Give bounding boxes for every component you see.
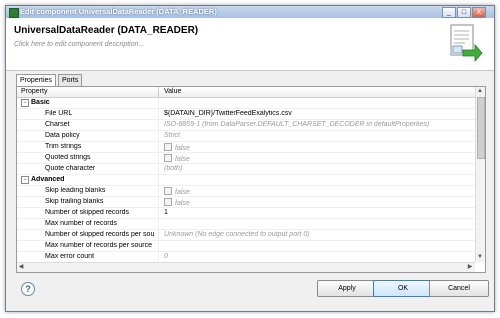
property-value-text: false <box>175 145 190 152</box>
ok-button[interactable]: OK <box>373 280 433 297</box>
scroll-left-icon[interactable]: ◀ <box>17 263 25 271</box>
property-value[interactable]: 1 <box>164 209 469 216</box>
scroll-thumb[interactable] <box>477 97 485 159</box>
component-title: UniversalDataReader (DATA_READER) <box>14 25 199 36</box>
property-value[interactable]: false <box>164 143 469 152</box>
property-name: Trim strings <box>45 143 82 150</box>
app-icon <box>9 8 19 18</box>
cancel-button[interactable]: Cancel <box>429 280 489 297</box>
group-row-advanced[interactable]: − Advanced <box>17 175 475 186</box>
checkbox-icon[interactable] <box>164 154 172 162</box>
dialog-header: UniversalDataReader (DATA_READER) Click … <box>6 18 494 71</box>
vertical-scrollbar[interactable]: ▲ ▼ <box>475 87 485 262</box>
property-row[interactable]: Data policy Strict <box>17 131 475 142</box>
property-value[interactable]: ${DATAIN_DIR}/TwitterFeedExalytics.csv <box>164 110 469 117</box>
property-value[interactable]: false <box>164 198 469 207</box>
group-label: Basic <box>31 99 50 106</box>
property-row[interactable]: Max number of records <box>17 219 475 230</box>
property-row[interactable]: Skip leading blanks false <box>17 186 475 197</box>
reader-component-icon <box>450 24 483 63</box>
property-name: Number of skipped records <box>45 209 130 216</box>
property-value-text: false <box>175 200 190 207</box>
property-name: File URL <box>45 110 73 117</box>
tab-ports[interactable]: Ports <box>58 74 83 86</box>
property-rows: − Basic File URL ${DATAIN_DIR}/TwitterFeedE… <box>17 98 475 262</box>
property-value[interactable]: 0 <box>164 253 469 260</box>
property-name: Charset <box>45 121 70 128</box>
checkbox-icon[interactable] <box>164 143 172 151</box>
group-row-basic[interactable]: − Basic <box>17 98 475 109</box>
close-button[interactable]: X <box>472 7 486 18</box>
property-row[interactable]: Max number of records per source <box>17 241 475 252</box>
description-field[interactable]: Click here to edit component description… <box>14 41 144 48</box>
property-value[interactable]: (both) <box>164 165 469 172</box>
collapse-icon[interactable]: − <box>21 176 29 184</box>
scroll-right-icon[interactable]: ▶ <box>466 263 474 271</box>
property-row[interactable]: Number of skipped records per sou Unknown… <box>17 230 475 241</box>
property-value[interactable]: Unknown (No edge connected to output por… <box>164 231 469 238</box>
button-bar: ? Apply OK Cancel <box>6 274 494 311</box>
property-name: Skip leading blanks <box>45 187 106 194</box>
table-header: Property Value <box>17 87 475 98</box>
property-value-text: false <box>175 156 190 163</box>
property-value[interactable]: Strict <box>164 132 469 139</box>
checkbox-icon[interactable] <box>164 187 172 195</box>
maximize-button[interactable]: □ <box>457 7 471 18</box>
property-value[interactable]: false <box>164 187 469 196</box>
property-row[interactable]: File URL ${DATAIN_DIR}/TwitterFeedExalyti… <box>17 109 475 120</box>
property-name: Quoted strings <box>45 154 91 161</box>
property-name: Max number of records per source <box>45 242 152 249</box>
horizontal-scrollbar[interactable]: ◀ ▶ <box>17 262 475 272</box>
property-value[interactable]: false <box>164 154 469 163</box>
property-name: Skip trailing blanks <box>45 198 104 205</box>
group-label: Advanced <box>31 176 65 183</box>
property-row[interactable]: Trim strings false <box>17 142 475 153</box>
scroll-up-icon[interactable]: ▲ <box>476 87 484 95</box>
column-divider[interactable] <box>158 87 159 97</box>
properties-panel: Property Value − Basic File URL ${DATAIN_DI… <box>16 86 486 273</box>
property-value-text: false <box>175 189 190 196</box>
dialog-window: Edit component UniversalDataReader (DATA… <box>5 5 495 312</box>
property-row[interactable]: Skip trailing blanks false <box>17 197 475 208</box>
apply-button[interactable]: Apply <box>317 280 377 297</box>
property-value[interactable]: ISO-8859-1 (from DataParser.DEFAULT_CHAR… <box>164 121 469 128</box>
property-name: Data policy <box>45 132 80 139</box>
property-name: Max number of records <box>45 220 117 227</box>
help-icon[interactable]: ? <box>21 282 35 296</box>
property-row[interactable]: Number of skipped records 1 <box>17 208 475 219</box>
property-row[interactable]: Quote character (both) <box>17 164 475 175</box>
property-row[interactable]: Max error count 0 <box>17 252 475 262</box>
scroll-down-icon[interactable]: ▼ <box>476 253 484 261</box>
title-bar[interactable]: Edit component UniversalDataReader (DATA… <box>6 6 494 18</box>
property-name: Max error count <box>45 253 95 260</box>
property-column-header[interactable]: Property <box>21 88 47 95</box>
property-row[interactable]: Quoted strings false <box>17 153 475 164</box>
window-title: Edit component UniversalDataReader (DATA… <box>20 7 217 16</box>
value-column-header[interactable]: Value <box>164 88 181 95</box>
checkbox-icon[interactable] <box>164 198 172 206</box>
property-row[interactable]: Charset ISO-8859-1 (from DataParser.DEFAU… <box>17 120 475 131</box>
minimize-button[interactable]: _ <box>442 7 456 18</box>
property-name: Quote character <box>45 165 96 172</box>
property-name: Number of skipped records per sou <box>45 231 155 238</box>
collapse-icon[interactable]: − <box>21 99 29 107</box>
